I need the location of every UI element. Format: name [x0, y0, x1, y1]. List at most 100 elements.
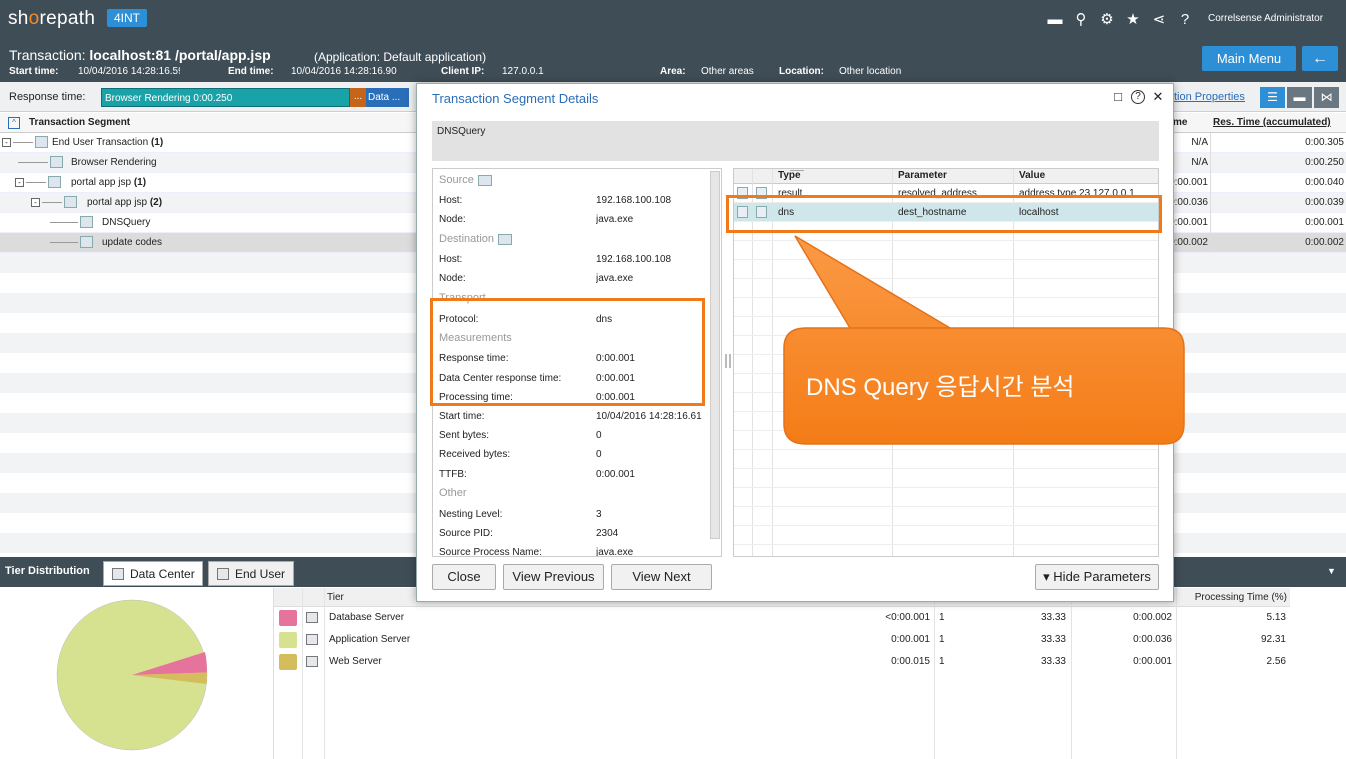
empty-row	[734, 526, 1158, 545]
tree-row[interactable]: update codes	[0, 233, 416, 253]
location-value: Other location	[839, 66, 902, 77]
end-time-label: End time:	[228, 66, 274, 77]
detail-row: Node: java.exe	[439, 273, 634, 284]
detail-row: Received bytes: 0	[439, 449, 602, 460]
measurements-highlight	[430, 298, 705, 406]
segment-column-title: Transaction Segment	[29, 117, 131, 128]
details-scrollbar[interactable]	[710, 171, 720, 539]
start-time-label: Start time:	[9, 66, 59, 77]
source-section: Source	[439, 174, 492, 186]
dns-icon	[80, 216, 93, 228]
empty-row	[734, 260, 1158, 279]
empty-row	[734, 412, 1158, 431]
tree-row[interactable]: - portal app jsp (2)	[0, 193, 416, 213]
chat-icon[interactable]: ▬	[1046, 10, 1064, 28]
detail-row: Start time: 10/04/2016 14:28:16.61	[439, 411, 702, 422]
detail-row: Nesting Level: 3	[439, 509, 602, 520]
app-server-icon	[306, 634, 318, 645]
tree-row[interactable]: DNSQuery	[0, 213, 416, 233]
detail-row: Sent bytes: 0	[439, 430, 602, 441]
table-row: 0:00.002 0:00.002	[1160, 233, 1346, 253]
area-label: Area:	[660, 66, 686, 77]
empty-row	[734, 298, 1158, 317]
empty-row	[734, 469, 1158, 488]
detail-row: Host: 192.168.100.108	[439, 254, 672, 265]
detail-row: Source PID: 2304	[439, 528, 619, 539]
tier-table: Tier Processing Time (%) Database Server…	[273, 588, 1290, 759]
legend-swatch	[279, 632, 297, 648]
topology-view-icon[interactable]: ⋈	[1314, 87, 1339, 108]
network-segment[interactable]: ...	[350, 88, 366, 107]
destination-section: Destination	[439, 233, 513, 245]
panel-splitter[interactable]	[725, 354, 731, 368]
database-icon	[306, 612, 318, 623]
empty-row	[734, 507, 1158, 526]
collapse-icon[interactable]: -	[15, 178, 24, 187]
table-row: 0:00.036 0:00.039	[1160, 193, 1346, 213]
view-previous-button[interactable]: View Previous	[503, 564, 604, 590]
help-icon[interactable]: ?	[1176, 10, 1194, 28]
view-next-button[interactable]: View Next	[611, 564, 712, 590]
gear-icon[interactable]: ⚙	[1098, 10, 1116, 28]
collapse-icon[interactable]: -	[2, 138, 11, 147]
main-menu-button[interactable]: Main Menu	[1202, 46, 1296, 71]
shorepath-logo[interactable]: shorepath	[8, 8, 95, 30]
empty-row	[734, 279, 1158, 298]
user-name[interactable]: Correlsense Administrator	[1208, 13, 1323, 24]
end-user-icon	[35, 136, 48, 148]
parameter-column-header[interactable]: Parameter	[898, 170, 947, 181]
list-view-icon[interactable]: ☰	[1260, 87, 1285, 108]
share-icon[interactable]: ⋖	[1150, 10, 1168, 28]
collapse-icon[interactable]: -	[31, 198, 40, 207]
table-row: N/A 0:00.250	[1160, 153, 1346, 173]
star-icon[interactable]: ★	[1124, 10, 1142, 28]
tree-row[interactable]: - End User Transaction (1)	[0, 133, 416, 153]
empty-row	[734, 241, 1158, 260]
browser-rendering-segment[interactable]: Browser Rendering 0:00.250	[101, 88, 350, 107]
parameters-header: Type Parameter Value	[734, 169, 1158, 184]
tree-row[interactable]: - portal app jsp (1)	[0, 173, 416, 193]
application-label: (Application: Default application)	[314, 50, 487, 64]
help-icon[interactable]: ?	[1131, 90, 1145, 104]
back-button[interactable]: ←	[1302, 46, 1338, 71]
value-column-header[interactable]: Value	[1019, 170, 1045, 181]
close-button[interactable]: Close	[432, 564, 496, 590]
tab-end-user[interactable]: End User	[208, 561, 294, 586]
table-row[interactable]: Web Server 0:00.015 1 33.33 0:00.001 2.56	[274, 651, 1290, 673]
tab-data-center[interactable]: Data Center	[103, 561, 203, 586]
table-row[interactable]: Application Server 0:00.001 1 33.33 0:00.03…	[274, 629, 1290, 651]
web-server-icon	[48, 176, 61, 188]
search-icon[interactable]: ⚲	[1072, 10, 1090, 28]
instance-badge: 4INT	[107, 9, 148, 27]
time-column-header: me	[1173, 117, 1188, 128]
resize-grip-icon[interactable]	[790, 169, 804, 171]
maximize-icon[interactable]: □	[1111, 90, 1125, 104]
server-icon	[477, 174, 492, 186]
monitor-icon	[217, 568, 229, 580]
table-row: 0:00.001 0:00.040	[1160, 173, 1346, 193]
timeline-view-icon[interactable]: ▬	[1287, 87, 1312, 108]
detail-row: Node: java.exe	[439, 214, 634, 225]
type-column-header[interactable]: Type	[778, 170, 801, 181]
res-time-accumulated-header[interactable]: Res. Time (accumulated)	[1213, 117, 1331, 128]
detail-row: Source Process Name: java.exe	[439, 547, 634, 557]
table-row: N/A 0:00.305	[1160, 133, 1346, 153]
segment-name-box: DNSQuery	[432, 121, 1159, 161]
client-ip-value: 127.0.0.1	[502, 66, 544, 77]
dns-parameter-highlight	[726, 195, 1162, 233]
hide-parameters-button[interactable]: ▾ Hide Parameters	[1035, 564, 1159, 590]
collapse-all-icon[interactable]: ^	[8, 117, 20, 129]
dialog-title: Transaction Segment Details	[432, 91, 599, 106]
tree-row[interactable]: Browser Rendering	[0, 153, 416, 173]
tier-column-header[interactable]: Tier	[327, 592, 344, 603]
tier-pie-chart	[56, 599, 208, 751]
transaction-properties-link[interactable]: tion Properties	[1174, 91, 1245, 103]
chevron-down-icon[interactable]: ▼	[1327, 566, 1336, 576]
data-center-segment[interactable]: Data ...	[366, 88, 409, 107]
area-value: Other areas	[701, 66, 754, 77]
detail-row: Host: 192.168.100.108	[439, 195, 672, 206]
table-row[interactable]: Database Server <0:00.001 1 33.33 0:00.002 5…	[274, 607, 1290, 629]
processing-time-header[interactable]: Processing Time (%)	[1195, 592, 1287, 603]
start-time-value: 10/04/2016 14:28:16.59	[78, 66, 180, 77]
close-icon[interactable]: ✕	[1151, 90, 1165, 104]
